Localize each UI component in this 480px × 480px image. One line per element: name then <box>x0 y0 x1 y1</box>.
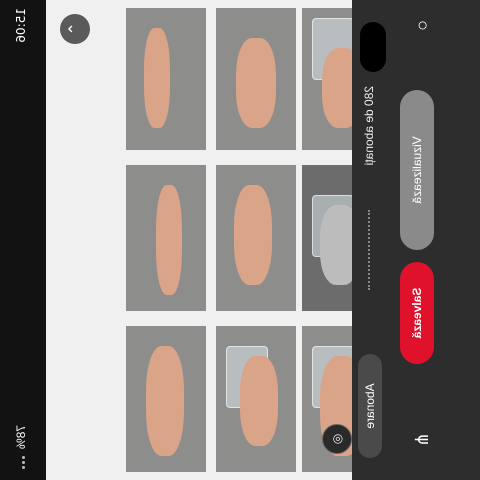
status-time: 15:06 <box>14 8 28 43</box>
image-grid: ⌃ ◎ <box>46 0 378 480</box>
status-bar: 15:06 78% <box>0 0 46 480</box>
hand-raised-tile[interactable] <box>216 165 296 311</box>
lens-search-button[interactable]: ◎ <box>322 424 352 454</box>
subscribe-button[interactable]: Abonare <box>358 354 382 458</box>
pin-action-panel: ○ 280 de abonați Vizualizează Salvează A… <box>352 0 480 480</box>
view-button[interactable]: Vizualizează <box>400 90 434 250</box>
hand-relaxed-tile[interactable] <box>126 165 206 311</box>
lens-search-icon: ◎ <box>330 433 344 445</box>
save-button[interactable]: Salvează <box>400 262 434 364</box>
hand-open-tile[interactable] <box>216 8 296 150</box>
screen-stage: 15:06 78% ⌃ ◎ ○ 280 de abonați Vizualize… <box>0 0 480 480</box>
battery-level: 78% <box>14 424 28 449</box>
chevron-up-icon: ⌃ <box>67 22 84 36</box>
hand-point-tile[interactable] <box>126 326 206 472</box>
pinterest-icon[interactable]: ○ <box>412 20 433 31</box>
divider <box>368 210 370 290</box>
app-screen: 15:06 78% ⌃ ◎ ○ 280 de abonați Vizualize… <box>0 0 480 480</box>
hand-glass-hold-tile[interactable] <box>216 326 296 472</box>
share-icon[interactable]: ⋔ <box>412 432 433 447</box>
more-icon[interactable] <box>14 455 28 470</box>
avatar[interactable] <box>360 22 386 72</box>
hand-fingers-tile[interactable] <box>126 8 206 150</box>
back-button[interactable]: ⌃ <box>60 14 90 44</box>
status-icons: 78% <box>14 425 28 470</box>
